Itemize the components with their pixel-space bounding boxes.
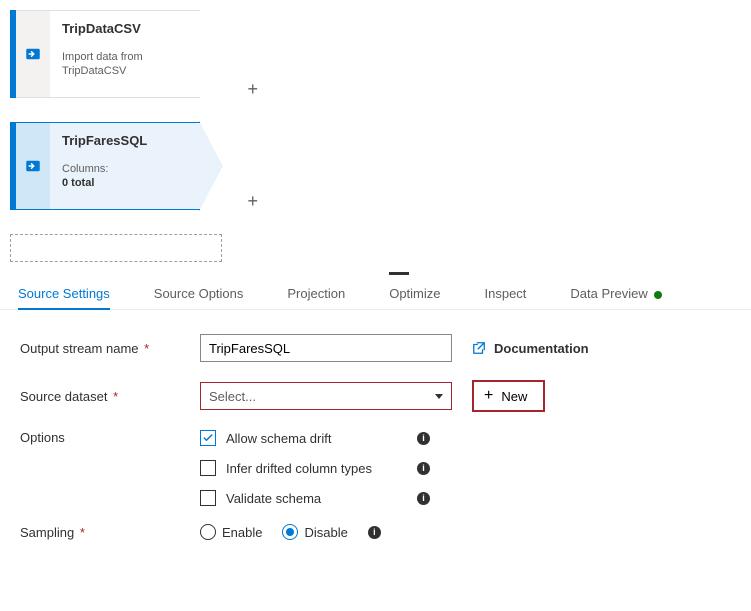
tab-label: Source Settings	[18, 286, 110, 301]
radio-disable[interactable]: Disable	[282, 524, 347, 540]
radio-label: Disable	[304, 525, 347, 540]
source-settings-form: Output stream name * Documentation Sourc…	[0, 310, 751, 582]
info-icon[interactable]: i	[417, 432, 430, 445]
checkbox-infer-drifted[interactable]	[200, 460, 216, 476]
source-dataset-select[interactable]: Select...	[200, 382, 452, 410]
status-dot-icon	[654, 291, 662, 299]
radio-dot-icon	[200, 524, 216, 540]
tab-source-settings[interactable]: Source Settings	[18, 276, 110, 309]
node-body: TripDataCSV Import data from TripDataCSV	[50, 10, 200, 98]
flow-canvas: TripDataCSV Import data from TripDataCSV…	[0, 0, 751, 262]
node-columns: Columns: 0 total	[62, 162, 188, 191]
node-icon-col	[16, 10, 50, 98]
columns-label: Columns:	[62, 163, 108, 175]
plus-icon: +	[484, 388, 493, 404]
label-output-stream: Output stream name *	[20, 341, 200, 356]
checkbox-validate-schema[interactable]	[200, 490, 216, 506]
columns-value: 0 total	[62, 177, 94, 189]
tab-label: Projection	[287, 286, 345, 301]
source-icon	[24, 157, 42, 175]
label-source-dataset: Source dataset *	[20, 389, 200, 404]
source-icon	[24, 45, 42, 63]
label-sampling: Sampling *	[20, 525, 200, 540]
documentation-label: Documentation	[494, 341, 589, 356]
check-label: Validate schema	[226, 491, 321, 506]
info-icon[interactable]: i	[368, 526, 381, 539]
tab-label: Optimize	[389, 286, 440, 301]
node-subtitle: Import data from TripDataCSV	[62, 50, 188, 79]
check-label: Allow schema drift	[226, 431, 331, 446]
external-link-icon	[472, 341, 486, 355]
node-title: TripDataCSV	[62, 21, 188, 36]
info-icon[interactable]: i	[417, 462, 430, 475]
row-sampling: Sampling * Enable Disable i	[20, 524, 731, 540]
tab-data-preview[interactable]: Data Preview	[570, 276, 661, 309]
label-options: Options	[20, 430, 200, 445]
placeholder-node[interactable]	[10, 234, 222, 262]
row-options: Options Allow schema drift i Infer drift…	[20, 430, 731, 506]
new-button-label: New	[501, 389, 527, 404]
radio-label: Enable	[222, 525, 262, 540]
info-icon[interactable]: i	[417, 492, 430, 505]
tabs-bar: Source Settings Source Options Projectio…	[0, 276, 751, 310]
tab-optimize[interactable]: Optimize	[389, 276, 440, 309]
node-icon-col	[16, 122, 50, 210]
row-output-stream: Output stream name * Documentation	[20, 334, 731, 362]
add-node-button[interactable]: +	[247, 79, 258, 100]
tab-projection[interactable]: Projection	[287, 276, 345, 309]
output-stream-input[interactable]	[200, 334, 452, 362]
row-source-dataset: Source dataset * Select... + New	[20, 380, 731, 412]
checkbox-allow-schema-drift[interactable]	[200, 430, 216, 446]
node-body: TripFaresSQL Columns: 0 total	[50, 122, 200, 210]
tab-label: Inspect	[485, 286, 527, 301]
add-node-button[interactable]: +	[247, 191, 258, 212]
documentation-link[interactable]: Documentation	[472, 341, 589, 356]
node-arrow	[200, 10, 222, 98]
tab-source-options[interactable]: Source Options	[154, 276, 244, 309]
chevron-down-icon	[435, 394, 443, 399]
new-dataset-button[interactable]: + New	[472, 380, 545, 412]
radio-enable[interactable]: Enable	[200, 524, 262, 540]
node-title: TripFaresSQL	[62, 133, 188, 148]
check-label: Infer drifted column types	[226, 461, 372, 476]
source-node-tripdatacsv[interactable]: TripDataCSV Import data from TripDataCSV…	[10, 10, 222, 98]
select-placeholder: Select...	[209, 389, 256, 404]
tab-label: Source Options	[154, 286, 244, 301]
node-arrow	[200, 122, 222, 210]
radio-dot-icon	[282, 524, 298, 540]
tab-label: Data Preview	[570, 286, 647, 301]
source-node-tripfaressql[interactable]: TripFaresSQL Columns: 0 total +	[10, 122, 222, 210]
tab-inspect[interactable]: Inspect	[485, 276, 527, 309]
